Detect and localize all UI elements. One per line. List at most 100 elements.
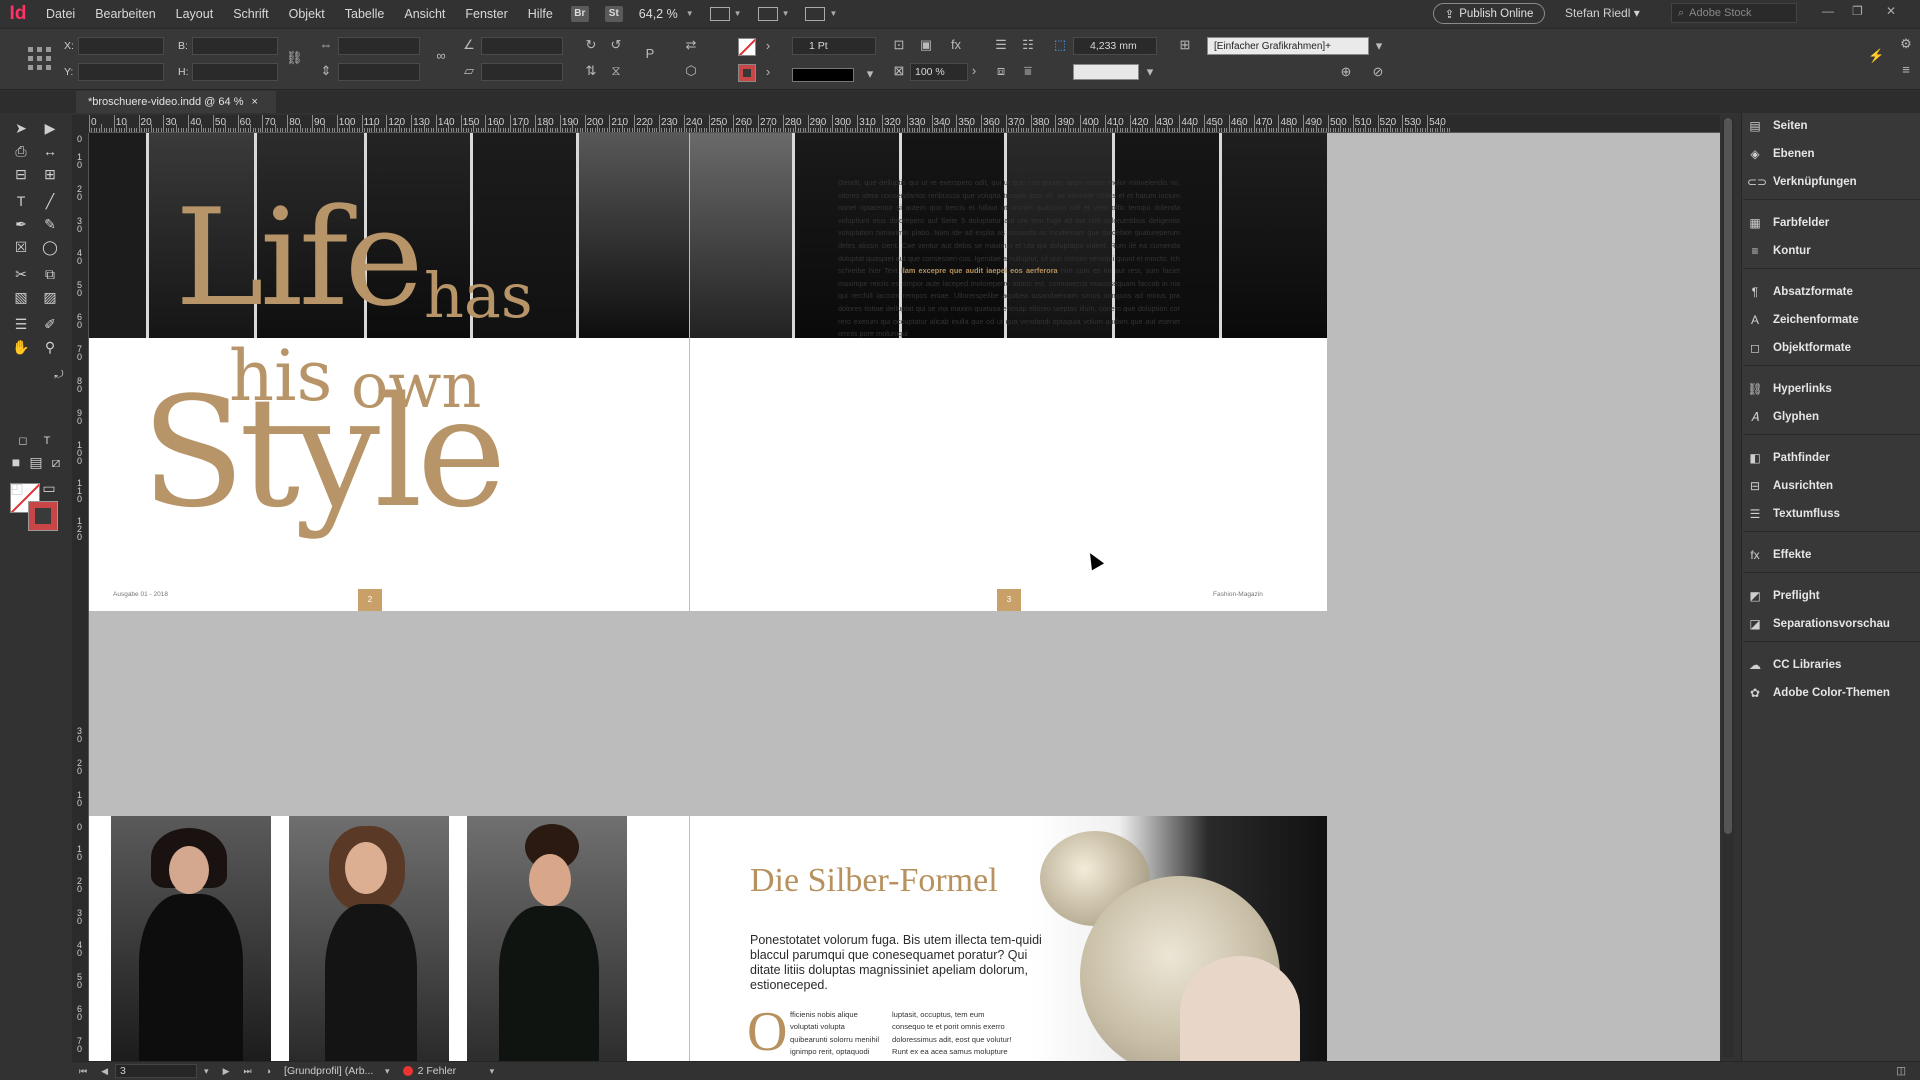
panel-preflight[interactable]: ◩ Preflight	[1747, 586, 1917, 606]
paragraph-icon[interactable]: P	[642, 46, 658, 62]
text-wrap-icon[interactable]: ⧈	[993, 63, 1009, 79]
panel-adobe-color[interactable]: ✿ Adobe Color-Themen	[1747, 683, 1917, 703]
scissors-tool-icon[interactable]: ✂	[10, 264, 32, 284]
panel-stroke[interactable]: ≡ Kontur	[1747, 241, 1917, 261]
flip-horizontal-icon[interactable]: ⇄	[683, 37, 699, 53]
ellipse-tool-icon[interactable]: ◯	[39, 237, 61, 257]
format-text-icon[interactable]: T	[36, 431, 58, 451]
stroke-type-selector[interactable]	[792, 68, 854, 82]
title-has[interactable]: has	[424, 265, 533, 327]
preflight-profile[interactable]: [Grundprofil] (Arb...	[284, 1065, 378, 1077]
restore-icon[interactable]: ❐	[1852, 4, 1863, 18]
article-column-1[interactable]: fficienis nobis alique voluptati volupta…	[790, 1009, 882, 1061]
direct-selection-tool-icon[interactable]: ▶	[39, 118, 61, 138]
apply-color-icon[interactable]: ■	[5, 452, 27, 472]
object-style-dropdown-icon[interactable]: ▾	[1371, 38, 1387, 54]
y-position-field[interactable]	[78, 63, 164, 81]
vertical-ruler[interactable]: 0 10 20 30 40 50 60 70 80 90 100 110 120…	[72, 133, 89, 1061]
panel-align[interactable]: ⊟ Ausrichten	[1747, 476, 1917, 496]
rotate-ccw-icon[interactable]: ↺	[608, 37, 624, 53]
close-window-icon[interactable]: ✕	[1886, 4, 1896, 18]
baseline-grid-icon[interactable]: ⩸	[1020, 63, 1036, 79]
publish-online-button[interactable]: ⇪ Publish Online	[1433, 3, 1545, 24]
preflight-errors[interactable]: 2 Fehler	[402, 1065, 483, 1077]
rotation-field[interactable]	[481, 37, 563, 55]
view-options-icon[interactable]	[709, 6, 730, 21]
arrange-documents-icon[interactable]	[805, 6, 826, 21]
type-tool-icon[interactable]: T	[10, 191, 32, 211]
auto-fit-icon[interactable]: ⬚	[1052, 37, 1068, 53]
opacity-icon[interactable]: ⊠	[891, 63, 907, 79]
corner-offset-field[interactable]: 4,233 mm	[1073, 37, 1157, 55]
panel-character-styles[interactable]: A Zeichenformate	[1747, 310, 1917, 330]
model-photo-3[interactable]	[467, 816, 627, 1061]
panel-swatches[interactable]: ▦ Farbfelder	[1747, 213, 1917, 233]
preflight-dropdown-icon[interactable]: ▾	[490, 1066, 495, 1077]
gradient-swatch-tool-icon[interactable]: ▧	[10, 287, 32, 307]
close-tab-icon[interactable]: ×	[251, 96, 257, 108]
rotate-cw-icon[interactable]: ↻	[583, 37, 599, 53]
title-style[interactable]: Style	[141, 377, 507, 529]
redefine-style-icon[interactable]: ⊘	[1370, 64, 1386, 80]
panel-pathfinder[interactable]: ◧ Pathfinder	[1747, 448, 1917, 468]
gradient-feather-tool-icon[interactable]: ▨	[39, 287, 61, 307]
effects-fx-icon[interactable]: fx	[948, 37, 964, 53]
content-collector-icon[interactable]: ⊟	[10, 164, 32, 184]
eyedropper-tool-icon[interactable]: ✐	[39, 314, 61, 334]
stroke-weight-field[interactable]: 1 Pt	[792, 37, 876, 55]
document-tab[interactable]: *broschuere-video.indd @ 64 % ×	[76, 91, 276, 113]
flip-vertical-icon[interactable]: ⇅	[583, 63, 599, 79]
apply-gradient-icon[interactable]: ▤	[25, 452, 47, 472]
format-container-icon[interactable]: ◻	[12, 431, 34, 451]
width-field[interactable]	[192, 37, 278, 55]
page-5[interactable]: Die Silber-Formel Ponestotatet volorum f…	[690, 816, 1327, 1061]
arrange-dropdown-icon[interactable]: ▼	[829, 9, 837, 18]
next-page-icon[interactable]: ▶	[223, 1066, 230, 1077]
page-tool-icon[interactable]: ⎙	[10, 141, 32, 161]
screen-mode-tool-icon[interactable]: ▭	[38, 478, 60, 498]
last-page-icon[interactable]: ⏭	[243, 1066, 251, 1077]
page-3[interactable]: Gendit, que delluptis qui ut re exersper…	[690, 133, 1327, 611]
clear-overrides-icon[interactable]: ⊕	[1338, 64, 1354, 80]
panel-hyperlinks[interactable]: ⛓ Hyperlinks	[1747, 379, 1917, 399]
stroke-color-swatch[interactable]	[738, 64, 756, 82]
bridge-button[interactable]: Br	[570, 5, 589, 22]
panel-layers[interactable]: ◈ Ebenen	[1747, 144, 1917, 164]
title-life[interactable]: Life	[175, 191, 424, 325]
settings-gear-icon[interactable]: ⚙	[1898, 36, 1914, 52]
opacity-arrow-icon[interactable]: ›	[966, 63, 982, 79]
pen-tool-icon[interactable]: ✒	[10, 214, 32, 234]
align-center-icon[interactable]: ☷	[1020, 37, 1036, 53]
split-window-icon[interactable]: ◫	[1896, 1065, 1906, 1077]
height-field[interactable]	[192, 63, 278, 81]
menu-bearbeiten[interactable]: Bearbeiten	[85, 7, 165, 21]
fill-dropdown-icon[interactable]: ›	[760, 38, 776, 54]
rotate-angle-icon[interactable]: ∠	[461, 37, 477, 53]
line-tool-icon[interactable]: ╱	[39, 191, 61, 211]
frame-fitting-icon[interactable]: ⊡	[891, 37, 907, 53]
zoom-tool-icon[interactable]: ⚲	[39, 337, 61, 357]
stroke-type-dropdown-icon[interactable]: ▾	[862, 66, 878, 82]
zoom-dropdown-icon[interactable]: ▼	[686, 9, 694, 18]
first-page-icon[interactable]: ⏮	[79, 1066, 87, 1077]
menu-objekt[interactable]: Objekt	[279, 7, 335, 21]
previous-page-icon[interactable]: ◀	[101, 1066, 108, 1077]
menu-tabelle[interactable]: Tabelle	[335, 7, 395, 21]
panel-links[interactable]: ⊂⊃ Verknüpfungen	[1747, 172, 1917, 192]
object-style-dropdown[interactable]: [Einfacher Grafikrahmen]+	[1207, 37, 1369, 55]
shear-field[interactable]	[481, 63, 563, 81]
constrain-proportions-icon[interactable]: ⛓	[286, 50, 303, 66]
hero-photo[interactable]	[1030, 816, 1327, 1061]
object-style-icon[interactable]: ⊞	[1177, 37, 1193, 53]
article-headline[interactable]: Die Silber-Formel	[750, 862, 998, 900]
menu-hilfe[interactable]: Hilfe	[518, 7, 563, 21]
open-in-bridge-icon[interactable]: ◑	[266, 1066, 271, 1076]
swap-colors-icon[interactable]: ⤾	[48, 365, 70, 385]
profile-dropdown-icon[interactable]: ▾	[385, 1066, 390, 1077]
fit-content-icon[interactable]: ▣	[918, 37, 934, 53]
opacity-field[interactable]: 100 %	[910, 63, 968, 81]
menu-ansicht[interactable]: Ansicht	[394, 7, 455, 21]
select-content-icon[interactable]: ⬡	[683, 63, 699, 79]
panel-cc-libraries[interactable]: ☁ CC Libraries	[1747, 655, 1917, 675]
view-options-dropdown-icon[interactable]: ▼	[734, 9, 742, 18]
